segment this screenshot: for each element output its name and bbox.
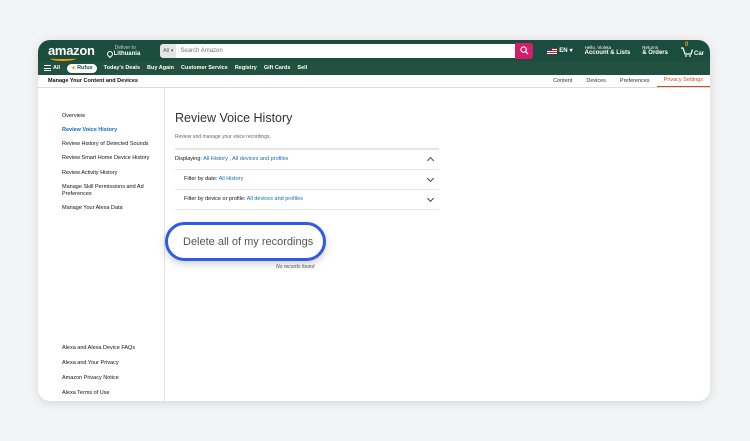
sidebar-link-alexa-privacy[interactable]: Alexa and Your Privacy [62,360,162,367]
displaying-value: All History , All devices and profiles [203,156,289,162]
sidebar-item-overview[interactable]: Overview [62,113,162,120]
orders-label: & Orders [642,50,668,56]
no-records-message: No records found [276,264,315,270]
device-filter-summary: Filter by device or profile: All devices… [184,196,303,202]
sidebar: Overview Review Voice History Review His… [38,88,165,401]
search-icon [520,46,529,55]
page-subtitle: Review and manage your voice recordings. [175,134,271,140]
tab-manage-content[interactable]: Manage Your Content and Devices [48,55,546,87]
device-filter-label: Filter by device or profile: [184,196,246,202]
account-label: Account & Lists [584,50,631,56]
sidebar-footer-links: Alexa and Alexa Device FAQs Alexa and Yo… [62,345,162,401]
caret-down-icon: ▾ [170,47,174,54]
chevron-down-icon [426,174,435,182]
displaying-label: Displaying: [175,156,202,162]
page-title: Review Voice History [175,111,293,125]
caret-down-icon: ▾ [569,48,573,54]
content-tabs: Manage Your Content and Devices Content … [38,75,710,88]
search-category-label: All [163,47,169,54]
sidebar-item-smart-home-history[interactable]: Review Smart Home Device History [62,155,162,162]
browser-window: amazon Deliver to Lithuania All ▾ Search… [38,40,710,401]
date-filter[interactable]: Filter by date: All History [175,170,439,190]
date-filter-summary: Filter by date: All History [184,176,243,182]
sidebar-link-terms[interactable]: Alexa Terms of Use [62,390,162,397]
us-flag-icon [547,47,558,54]
chevron-up-icon [426,156,435,165]
date-filter-label: Filter by date: [184,176,218,182]
sidebar-link-faqs[interactable]: Alexa and Alexa Device FAQs [62,345,162,352]
sidebar-link-privacy-notice[interactable]: Amazon Privacy Notice [62,375,162,382]
returns-orders[interactable]: Returns & Orders [642,45,668,56]
cart-label: Car [693,50,704,57]
displaying-filter-toggle[interactable]: Displaying: All History , All devices an… [175,150,439,170]
date-filter-value: All History [218,176,244,182]
cart-icon: 0 [680,41,694,57]
device-filter-value: All devices and profiles [246,196,303,202]
sidebar-item-activity-history[interactable]: Review Activity History [62,170,162,177]
chevron-down-icon [426,194,435,202]
device-filter[interactable]: Filter by device or profile: All devices… [175,190,439,210]
displaying-summary: Displaying: All History , All devices an… [175,156,288,162]
tab-devices[interactable]: Devices [579,78,613,87]
language-selector[interactable]: EN ▾ [547,47,573,54]
delete-all-recordings-button[interactable]: Delete all of my recordings [165,222,326,261]
sidebar-item-detected-sounds[interactable]: Review History of Detected Sounds [62,141,162,148]
tab-preferences[interactable]: Preferences [613,78,657,87]
cart-button[interactable]: 0 Car [680,41,704,57]
sidebar-item-skill-permissions[interactable]: Manage Skill Permissions and Ad Preferen… [62,184,162,198]
account-lists[interactable]: Hello, Violeta Account & Lists [585,45,631,56]
page-content: Overview Review Voice History Review His… [38,88,710,401]
sidebar-item-alexa-data[interactable]: Manage Your Alexa Data [62,205,162,212]
cart-count: 0 [684,41,689,48]
tab-privacy-settings[interactable]: Privacy Settings [656,77,710,87]
tab-content[interactable]: Content [546,78,579,87]
language-label: EN [559,47,568,54]
sidebar-item-review-voice-history[interactable]: Review Voice History [62,127,162,134]
